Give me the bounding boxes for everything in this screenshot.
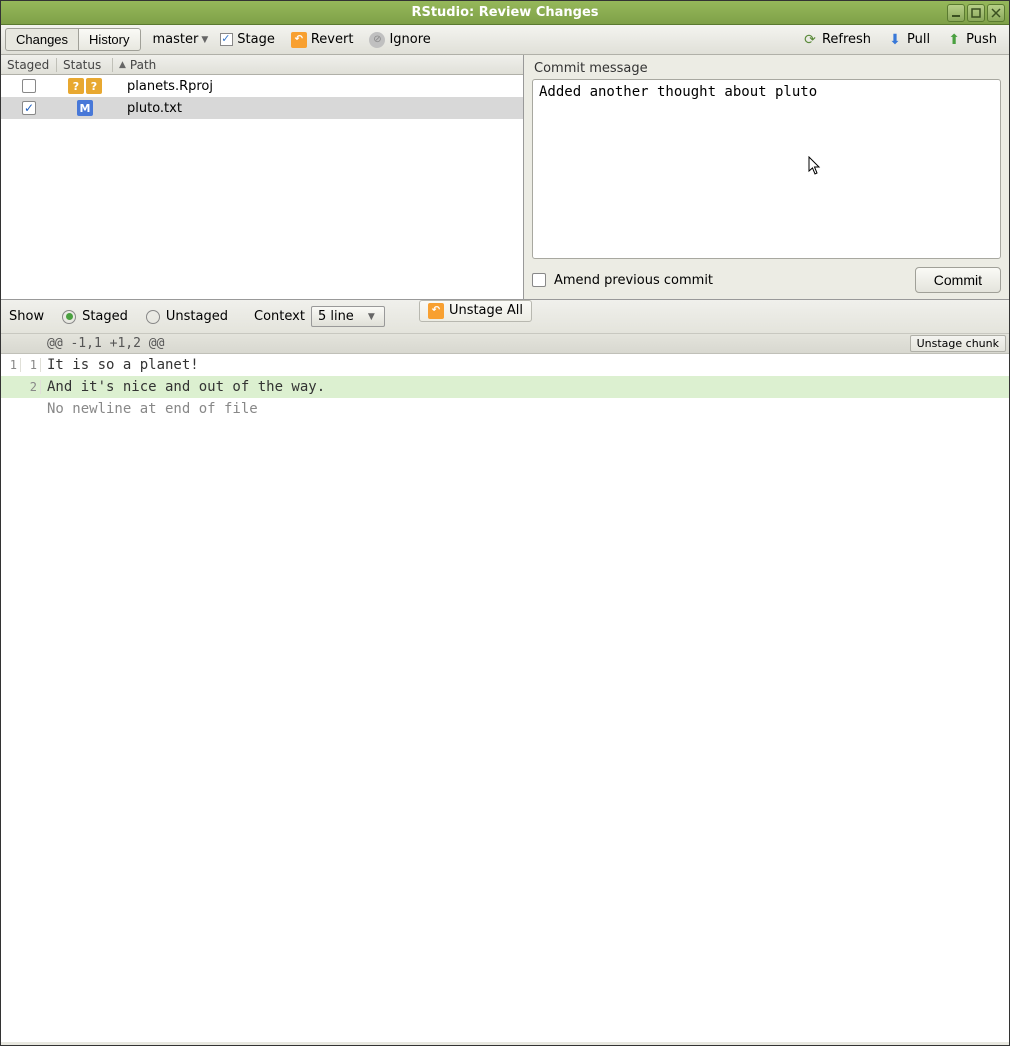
ignore-label: Ignore xyxy=(389,32,430,47)
radio-unstaged-label: Unstaged xyxy=(166,309,228,324)
stage-button[interactable]: Stage xyxy=(214,30,281,49)
radio-staged[interactable] xyxy=(62,310,76,324)
stage-icon xyxy=(220,33,233,46)
diff-toolbar: Show Staged Unstaged Context 5 line ▼ ↶ … xyxy=(1,300,1009,334)
commit-message-input[interactable] xyxy=(532,79,1001,259)
window-titlebar: RStudio: Review Changes xyxy=(1,1,1009,25)
push-button[interactable]: ⬆ Push xyxy=(940,30,1003,50)
amend-checkbox-row[interactable]: Amend previous commit xyxy=(532,273,713,288)
diff-line-text: No newline at end of file xyxy=(41,401,258,417)
revert-label: Revert xyxy=(311,32,354,47)
status-badge: ? xyxy=(68,78,84,94)
chevron-down-icon: ▼ xyxy=(368,312,375,322)
tab-changes[interactable]: Changes xyxy=(5,28,78,51)
pull-button[interactable]: ⬇ Pull xyxy=(881,30,936,50)
chevron-down-icon: ▼ xyxy=(201,35,208,45)
window-title: RStudio: Review Changes xyxy=(411,5,598,20)
diff-line[interactable]: 11It is so a planet! xyxy=(1,354,1009,376)
amend-label: Amend previous commit xyxy=(554,273,713,288)
maximize-button[interactable] xyxy=(967,4,985,22)
unstage-chunk-button[interactable]: Unstage chunk xyxy=(910,335,1006,352)
stage-checkbox[interactable] xyxy=(22,79,36,93)
unstage-all-label: Unstage All xyxy=(449,303,523,318)
file-list-header: Staged Status ▲ Path xyxy=(1,55,523,75)
commit-pane: Commit message Amend previous commit Com… xyxy=(524,55,1009,299)
file-path: pluto.txt xyxy=(113,101,523,116)
context-value: 5 line xyxy=(318,309,354,324)
push-icon: ⬆ xyxy=(946,32,962,48)
col-staged[interactable]: Staged xyxy=(1,58,57,72)
col-path-label: Path xyxy=(130,58,156,72)
minimize-button[interactable] xyxy=(947,4,965,22)
hunk-header: @@ -1,1 +1,2 @@ Unstage chunk xyxy=(1,334,1009,354)
refresh-button[interactable]: ⟳ Refresh xyxy=(796,30,877,50)
col-status[interactable]: Status xyxy=(57,58,113,72)
branch-selector[interactable]: master ▼ xyxy=(149,30,213,49)
refresh-label: Refresh xyxy=(822,32,871,47)
revert-icon: ↶ xyxy=(291,32,307,48)
status-badge: M xyxy=(77,100,93,116)
show-label: Show xyxy=(9,309,44,324)
file-row[interactable]: Mpluto.txt xyxy=(1,97,523,119)
branch-name: master xyxy=(153,32,199,47)
stage-checkbox[interactable] xyxy=(22,101,36,115)
commit-button[interactable]: Commit xyxy=(915,267,1001,293)
hunk-header-text: @@ -1,1 +1,2 @@ xyxy=(41,336,910,351)
push-label: Push xyxy=(966,32,997,47)
revert-icon: ↶ xyxy=(428,303,444,319)
file-row[interactable]: ?? planets.Rproj xyxy=(1,75,523,97)
pull-icon: ⬇ xyxy=(887,32,903,48)
pull-label: Pull xyxy=(907,32,930,47)
ignore-button[interactable]: ⊘ Ignore xyxy=(363,30,436,50)
refresh-icon: ⟳ xyxy=(802,32,818,48)
diff-view: @@ -1,1 +1,2 @@ Unstage chunk 11It is so… xyxy=(1,334,1009,1042)
file-path: planets.Rproj xyxy=(113,79,523,94)
diff-line[interactable]: No newline at end of file xyxy=(1,398,1009,420)
unstage-all-button[interactable]: ↶ Unstage All xyxy=(419,300,532,322)
radio-unstaged[interactable] xyxy=(146,310,160,324)
col-path[interactable]: ▲ Path xyxy=(113,58,523,72)
sort-asc-icon: ▲ xyxy=(119,60,126,70)
ignore-icon: ⊘ xyxy=(369,32,385,48)
radio-staged-label: Staged xyxy=(82,309,128,324)
context-select[interactable]: 5 line ▼ xyxy=(311,306,385,327)
main-toolbar: Changes History master ▼ Stage ↶ Revert … xyxy=(1,25,1009,55)
context-label: Context xyxy=(254,309,305,324)
diff-line-text: It is so a planet! xyxy=(41,357,199,373)
tab-history[interactable]: History xyxy=(78,28,140,51)
amend-checkbox[interactable] xyxy=(532,273,546,287)
stage-label: Stage xyxy=(237,32,275,47)
status-badge: ? xyxy=(86,78,102,94)
close-button[interactable] xyxy=(987,4,1005,22)
diff-line-text: And it's nice and out of the way. xyxy=(41,379,325,395)
diff-line[interactable]: 2And it's nice and out of the way. xyxy=(1,376,1009,398)
revert-button[interactable]: ↶ Revert xyxy=(285,30,360,50)
commit-message-label: Commit message xyxy=(532,59,1001,79)
file-list-pane: Staged Status ▲ Path ?? planets.Rproj Mplu… xyxy=(1,55,524,299)
